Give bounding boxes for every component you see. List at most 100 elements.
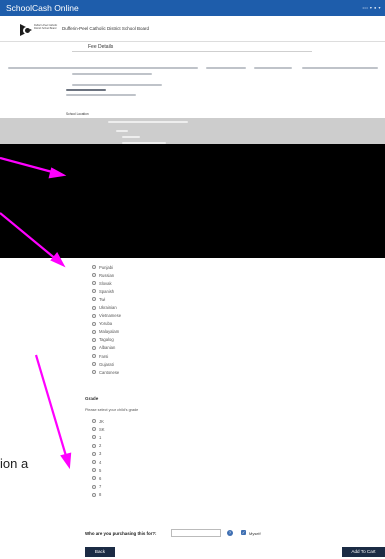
grade-option[interactable]: SK [92, 425, 105, 433]
myself-checkbox[interactable]: ✓ [241, 530, 246, 535]
grade-option[interactable]: 7 [92, 483, 105, 491]
language-label: Slovak [99, 280, 112, 286]
language-option[interactable]: Albanian [92, 344, 121, 352]
grade-option[interactable]: 2 [92, 442, 105, 450]
radio-button[interactable] [92, 451, 96, 456]
grade-option-label: 2 [99, 443, 102, 449]
app-topbar: SchoolCash Online ••• ▾ ● ▾ [0, 0, 385, 16]
language-option[interactable]: Twi [92, 295, 121, 303]
annotation-arrows [0, 156, 72, 470]
radio-button[interactable] [92, 419, 96, 424]
language-options: Punjabi Russian Slovak Spanish Twi Ukrai… [92, 263, 121, 376]
grade-option[interactable]: 3 [92, 450, 105, 458]
grade-option[interactable]: 1 [92, 433, 105, 441]
radio-button[interactable] [92, 313, 96, 318]
radio-button[interactable] [92, 435, 96, 440]
back-button[interactable]: Back [85, 547, 115, 557]
school-location-line [122, 136, 140, 138]
grade-option-label: 1 [99, 434, 102, 440]
language-option[interactable]: Cantonese [92, 368, 121, 376]
grade-option[interactable]: 5 [92, 466, 105, 474]
redacted-area [0, 144, 385, 258]
language-option[interactable]: Farsi [92, 352, 121, 360]
grade-option-label: 5 [99, 467, 102, 473]
fee-details-title: Fee Details [88, 44, 114, 50]
grade-options: JK SK 1 2 3 4 5 6 7 8 [92, 417, 105, 499]
radio-button[interactable] [92, 362, 96, 367]
radio-button[interactable] [92, 321, 96, 326]
grade-option-label: 4 [99, 459, 102, 465]
radio-button[interactable] [92, 289, 96, 294]
purchaser-label: Who are you purchasing this for?: [85, 531, 157, 536]
radio-button[interactable] [92, 460, 96, 465]
description-line [66, 89, 106, 91]
language-label: Farsi [99, 353, 109, 359]
radio-button[interactable] [92, 281, 96, 286]
radio-button[interactable] [92, 443, 96, 448]
language-label: Gujarati [99, 361, 114, 367]
radio-button[interactable] [92, 484, 96, 489]
language-label: Tagalog [99, 337, 114, 343]
help-icon[interactable]: ? [227, 530, 233, 536]
radio-button[interactable] [92, 273, 96, 278]
purchaser-input[interactable] [171, 529, 221, 537]
language-label: Punjabi [99, 264, 113, 270]
grade-option-label: SK [99, 426, 105, 432]
annotation-text-fragment: ion a [0, 456, 31, 471]
language-option[interactable]: Gujarati [92, 360, 121, 368]
header-icons[interactable]: ••• ▾ ● ▾ [363, 5, 381, 10]
grade-option[interactable]: 8 [92, 491, 105, 499]
grade-option-label: 7 [99, 484, 102, 490]
language-label: Ukrainian [99, 305, 117, 311]
radio-button[interactable] [92, 305, 96, 310]
grade-option-label: 3 [99, 451, 102, 457]
myself-label: Myself [249, 531, 261, 536]
arrow-head-3 [60, 452, 72, 470]
language-label: Twi [99, 296, 106, 302]
grade-option-label: 6 [99, 475, 102, 481]
grade-option[interactable]: 4 [92, 458, 105, 466]
radio-button[interactable] [92, 427, 96, 432]
language-option[interactable]: Ukrainian [92, 303, 121, 311]
grade-option-label: 8 [99, 492, 102, 498]
radio-button[interactable] [92, 329, 96, 334]
grade-option[interactable]: JK [92, 417, 105, 425]
logo-text: Dufferin-Peel Catholic District School B… [34, 24, 58, 30]
language-option[interactable]: Spanish [92, 287, 121, 295]
description-line [72, 84, 162, 86]
language-option[interactable]: Slovak [92, 279, 121, 287]
purchaser-row: Who are you purchasing this for?: ? ✓ My… [85, 529, 385, 539]
language-label: Russian [99, 272, 115, 278]
radio-button[interactable] [92, 492, 96, 497]
grade-option[interactable]: 6 [92, 474, 105, 482]
description-line [206, 67, 246, 69]
radio-button[interactable] [92, 297, 96, 302]
school-location-line [116, 130, 128, 132]
radio-button[interactable] [92, 265, 96, 270]
radio-button[interactable] [92, 476, 96, 481]
radio-button[interactable] [92, 337, 96, 342]
language-option[interactable]: Tagalog [92, 336, 121, 344]
school-location-label: School Location [66, 112, 89, 116]
language-option[interactable]: Punjabi [92, 263, 121, 271]
description-line [8, 67, 198, 69]
app-title[interactable]: SchoolCash Online [6, 3, 79, 13]
language-label: Vietnamese [99, 313, 122, 319]
add-to-cart-button[interactable]: Add To Cart [342, 547, 385, 557]
radio-button[interactable] [92, 468, 96, 473]
language-option[interactable]: Vietnamese [92, 312, 121, 320]
language-option[interactable]: Russian [92, 271, 121, 279]
language-label: Cantonese [99, 369, 120, 375]
radio-button[interactable] [92, 345, 96, 350]
board-logo[interactable]: Dufferin-Peel Catholic District School B… [20, 24, 60, 37]
language-label: Malayalam [99, 329, 120, 335]
language-label: Spanish [99, 288, 115, 294]
description-line [254, 67, 292, 69]
language-label: Albanian [99, 345, 116, 351]
fee-divider [72, 51, 312, 52]
radio-button[interactable] [92, 370, 96, 375]
language-option[interactable]: Yoruba [92, 320, 121, 328]
language-option[interactable]: Malayalam [92, 328, 121, 336]
grade-help-text: Please select your child's grade [85, 408, 139, 412]
radio-button[interactable] [92, 354, 96, 359]
